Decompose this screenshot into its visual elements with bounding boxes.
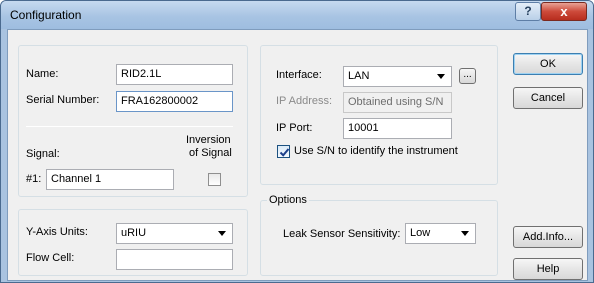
interface-label: Interface: [276,69,322,81]
chevron-down-icon [461,231,469,236]
inversion-label-line2: of Signal [189,147,232,159]
help-button[interactable]: Help [513,258,583,280]
interface-value: LAN [348,70,370,82]
ip-port-field[interactable]: 10001 [343,118,452,139]
use-sn-label: Use S/N to identify the instrument [294,145,458,157]
use-sn-checkbox[interactable] [277,145,290,158]
y-axis-units-value: uRIU [121,227,147,239]
leak-sensitivity-value: Low [410,227,431,239]
ok-button[interactable]: OK [513,53,583,75]
leak-sensitivity-dropdown[interactable]: Low [405,223,476,244]
chevron-down-icon [437,74,445,79]
flow-cell-label: Flow Cell: [26,252,75,264]
checkmark-icon [279,148,290,157]
chevron-down-icon [218,231,226,236]
channel-field[interactable]: Channel 1 [46,169,174,190]
ip-address-field: Obtained using S/N [343,92,452,113]
dialog-body: Name: RID2.1L Serial Number: FRA16280000… [7,29,588,281]
instrument-group: Name: RID2.1L Serial Number: FRA16280000… [18,45,248,197]
separator [26,126,233,127]
axis-group: Y-Axis Units: uRIU Flow Cell: [18,209,248,276]
cancel-button[interactable]: Cancel [513,87,583,109]
interface-dropdown[interactable]: LAN [343,66,452,87]
inversion-checkbox[interactable] [208,173,221,186]
title-bar[interactable]: Configuration ? x [1,1,593,29]
interface-group: Interface: LAN ... IP Address: Obtained … [260,45,498,185]
serial-number-label: Serial Number: [26,94,100,106]
options-legend: Options [267,194,309,206]
configuration-dialog: Configuration ? x Name: RID2.1L Serial N… [0,0,594,283]
browse-button[interactable]: ... [459,68,476,84]
add-info-button[interactable]: Add.Info... [513,226,583,248]
close-icon[interactable]: x [541,2,587,21]
signal-label: Signal: [26,148,60,160]
y-axis-units-label: Y-Axis Units: [26,226,88,238]
dialog-title: Configuration [10,8,82,22]
inversion-label-line1: Inversion [186,134,231,146]
help-icon[interactable]: ? [515,2,541,21]
ip-port-label: IP Port: [276,122,313,134]
ip-address-label: IP Address: [276,95,333,107]
leak-sensor-label: Leak Sensor Sensitivity: [283,228,401,240]
name-field[interactable]: RID2.1L [116,64,233,85]
serial-number-field[interactable]: FRA162800002 [116,91,233,112]
name-label: Name: [26,68,59,80]
flow-cell-field[interactable] [116,249,233,270]
options-group: Options Leak Sensor Sensitivity: Low [260,194,498,276]
channel-number-label: #1: [26,173,42,185]
y-axis-units-dropdown[interactable]: uRIU [116,223,233,244]
